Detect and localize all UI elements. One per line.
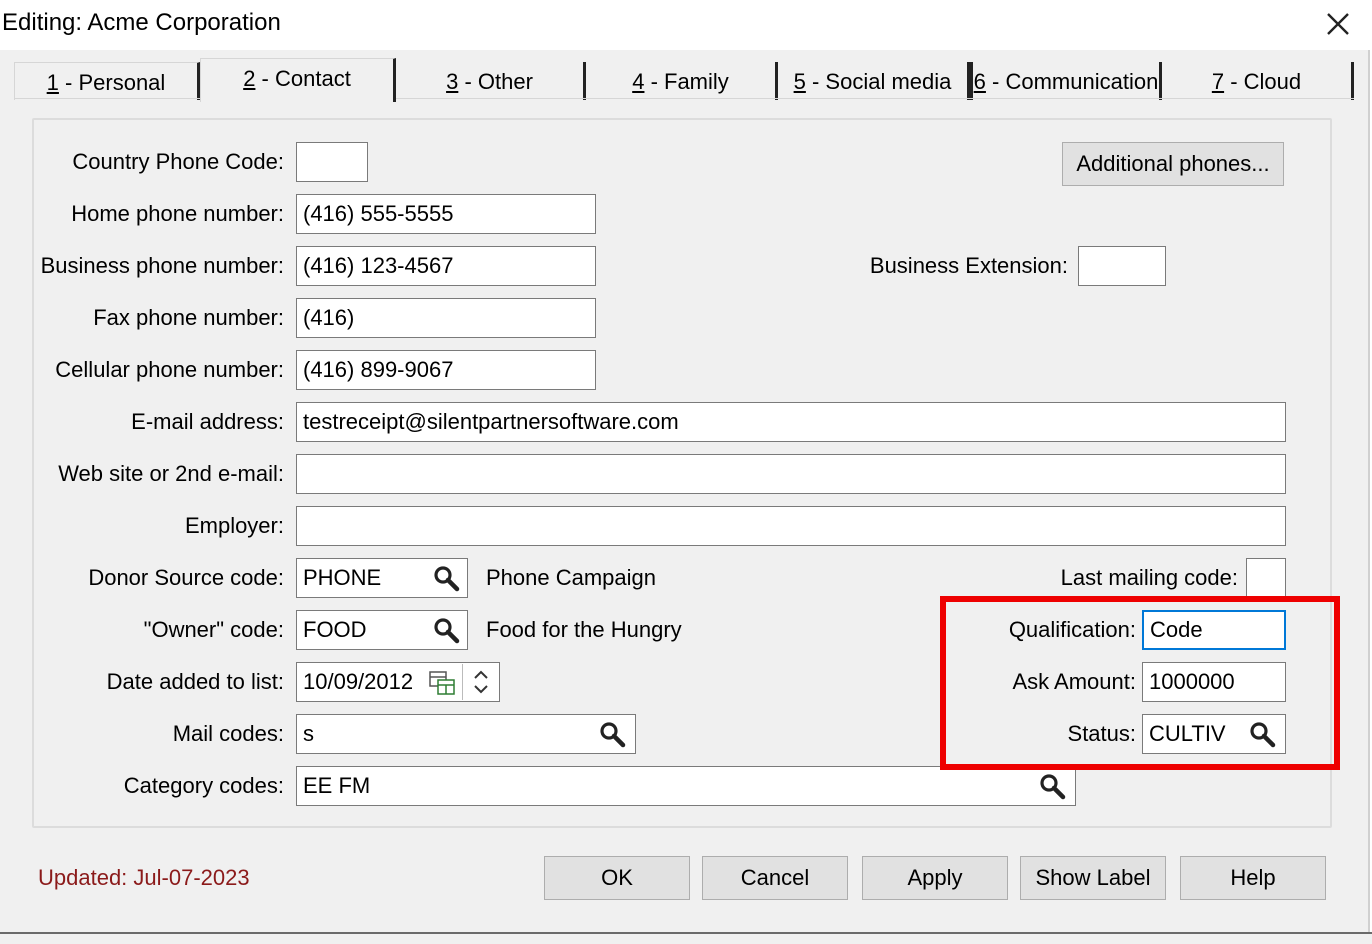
tab-social-media[interactable]: 5 - Social media (778, 62, 970, 100)
country-code-label: Country Phone Code: (72, 149, 284, 174)
tab-contact[interactable]: 2 - Contact (200, 58, 396, 102)
show-label-button[interactable]: Show Label (1020, 856, 1166, 900)
mail-codes-label: Mail codes: (172, 721, 284, 746)
apply-button[interactable]: Apply (862, 856, 1008, 900)
fax-phone-input[interactable]: (416) (296, 298, 596, 338)
date-added-label: Date added to list: (106, 669, 284, 694)
mail-codes-value: s (303, 721, 314, 746)
date-added-value: 10/09/2012 (303, 669, 414, 694)
tab-cloud[interactable]: 7 - Cloud (1162, 62, 1354, 100)
email-input[interactable]: testreceipt@silentpartnersoftware.com (296, 402, 1286, 442)
employer-input[interactable] (296, 506, 1286, 546)
ask-amount-input[interactable]: 1000000 (1142, 662, 1286, 702)
donor-source-label: Donor Source code: (88, 565, 284, 590)
spinner-arrows-icon (474, 670, 488, 694)
title-bar: Editing: Acme Corporation (0, 0, 1372, 50)
business-extension-label: Business Extension: (869, 253, 1068, 278)
country-code-input[interactable] (296, 142, 368, 182)
owner-code-description: Food for the Hungry (486, 617, 682, 642)
category-codes-input[interactable]: EE FM (296, 766, 1076, 806)
donor-source-value: PHONE (303, 565, 382, 590)
calendar-icon[interactable] (428, 670, 456, 696)
status-label: Status: (1067, 721, 1136, 746)
employer-label: Employer: (184, 513, 284, 538)
additional-phones-button[interactable]: Additional phones... (1062, 142, 1284, 186)
cancel-button[interactable]: Cancel (702, 856, 848, 900)
tab-personal[interactable]: 1 - Personal (14, 62, 200, 100)
tab-family[interactable]: 4 - Family (586, 62, 778, 100)
magnifier-icon[interactable] (432, 616, 460, 644)
magnifier-icon[interactable] (1038, 772, 1066, 800)
business-phone-input[interactable]: (416) 123-4567 (296, 246, 596, 286)
ask-amount-label: Ask Amount: (1012, 669, 1136, 694)
website-label: Web site or 2nd e-mail: (58, 461, 284, 486)
date-spinner[interactable] (462, 664, 498, 700)
donor-source-description: Phone Campaign (486, 565, 657, 590)
cell-phone-input[interactable]: (416) 899-9067 (296, 350, 596, 390)
owner-code-label: "Owner" code: (143, 617, 284, 642)
window-title: Editing: Acme Corporation (2, 9, 281, 36)
category-codes-value: EE FM (303, 773, 371, 798)
updated-date: Updated: Jul-07-2023 (38, 865, 250, 890)
home-phone-label: Home phone number: (71, 201, 284, 226)
last-mailing-label: Last mailing code: (1060, 565, 1238, 590)
qualification-label: Qualification: (1008, 617, 1136, 642)
fax-phone-label: Fax phone number: (93, 305, 284, 330)
magnifier-icon[interactable] (1248, 720, 1276, 748)
email-label: E-mail address: (131, 409, 284, 434)
tab-communication[interactable]: 6 - Communication (970, 62, 1162, 100)
magnifier-icon[interactable] (598, 720, 626, 748)
owner-code-value: FOOD (303, 617, 367, 642)
category-codes-label: Category codes: (123, 773, 284, 798)
business-extension-input[interactable] (1078, 246, 1166, 286)
cell-phone-label: Cellular phone number: (55, 357, 284, 382)
tab-other[interactable]: 3 - Other (396, 62, 586, 100)
last-mailing-input[interactable] (1246, 558, 1286, 598)
website-input[interactable] (296, 454, 1286, 494)
status-value: CULTIV (1149, 721, 1226, 746)
help-button[interactable]: Help (1180, 856, 1326, 900)
taskbar-edge (0, 932, 1372, 944)
close-icon[interactable] (1320, 6, 1356, 42)
magnifier-icon[interactable] (432, 564, 460, 592)
business-phone-label: Business phone number: (40, 253, 284, 278)
ok-button[interactable]: OK (544, 856, 690, 900)
home-phone-input[interactable]: (416) 555-5555 (296, 194, 596, 234)
mail-codes-input[interactable]: s (296, 714, 636, 754)
qualification-input[interactable]: Code (1142, 610, 1286, 650)
